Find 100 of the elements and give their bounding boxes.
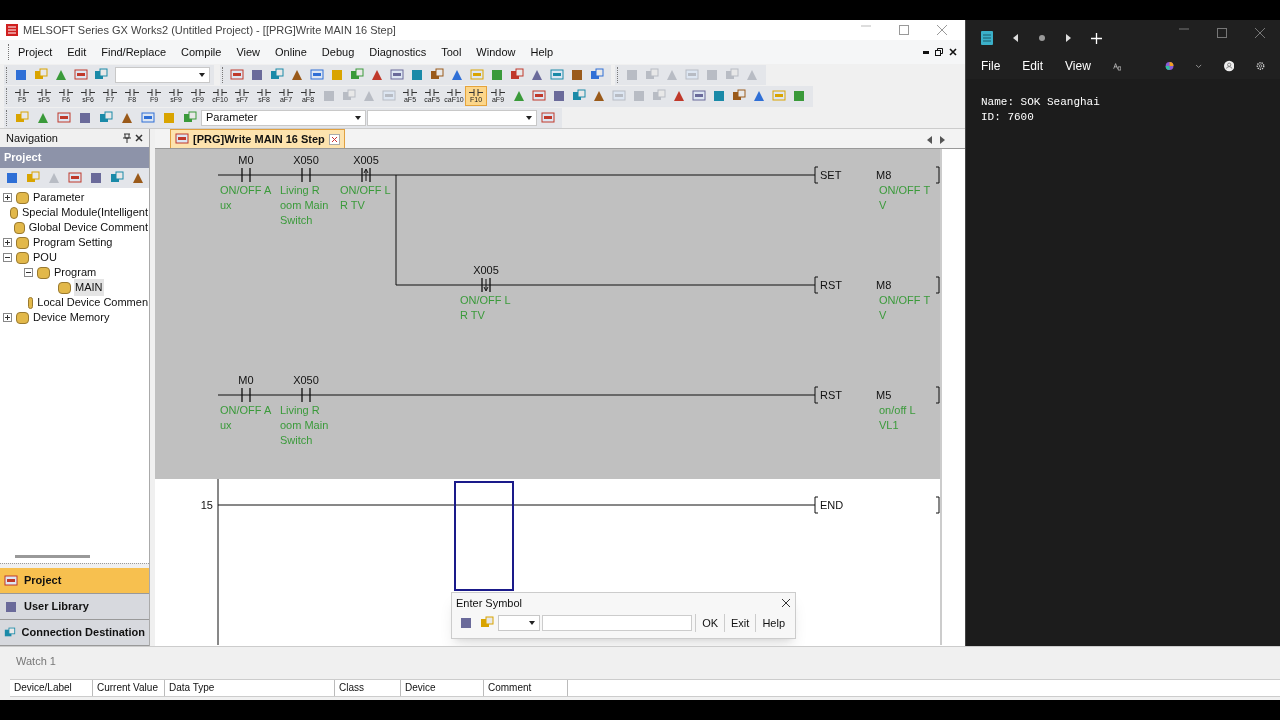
contact-icon [169, 88, 183, 96]
tree-item[interactable]: MAIN [74, 279, 104, 296]
tool-icon [141, 110, 155, 125]
editor-tab[interactable]: [PRG]Write MAIN 16 Step [170, 129, 345, 148]
tool-icon [250, 67, 264, 82]
close-icon[interactable] [949, 48, 957, 56]
dialog-title: Enter Symbol [456, 595, 523, 611]
tree-item[interactable]: POU [32, 249, 58, 266]
instruction-label: END [820, 499, 844, 511]
add-tab-icon[interactable] [1091, 32, 1102, 44]
scroll-left-icon[interactable] [927, 136, 933, 144]
avatar-icon[interactable] [1223, 58, 1234, 74]
tool-icon [175, 132, 189, 146]
close-icon[interactable] [135, 134, 143, 142]
tool-icon [572, 89, 586, 103]
contact-icon [125, 88, 139, 96]
tool-icon [74, 67, 88, 82]
column-header[interactable]: Comment [484, 679, 568, 696]
expand-icon[interactable] [3, 238, 12, 247]
column-header[interactable]: Device/Label [10, 679, 93, 696]
copilot-icon[interactable] [1165, 59, 1175, 73]
menu-item[interactable]: View [1065, 57, 1091, 75]
tool-icon [752, 89, 766, 103]
scroll-left-icon[interactable] [1013, 34, 1019, 42]
menu-item[interactable]: View [236, 43, 261, 61]
device-comment: VL1 [879, 419, 899, 431]
menu-item[interactable]: File [981, 57, 1001, 75]
scroll-right-icon[interactable] [939, 136, 945, 144]
column-header[interactable]: Data Type [165, 679, 335, 696]
chevron-down-icon[interactable] [1196, 63, 1202, 69]
tree-node-icon [16, 191, 29, 204]
tree-item[interactable]: Local Device Commen [36, 294, 149, 311]
device-comment: R TV [460, 309, 485, 321]
expand-icon[interactable] [3, 193, 12, 202]
settings-icon[interactable] [1255, 59, 1265, 73]
column-header[interactable]: Class [335, 679, 401, 696]
dialog-button[interactable]: Help [755, 614, 791, 632]
symbol-input[interactable] [542, 615, 693, 631]
tree-item[interactable]: Program Setting [32, 234, 114, 251]
scrollbar[interactable] [15, 554, 90, 558]
device-comment: oom Main [280, 199, 329, 211]
pin-icon[interactable] [123, 133, 131, 143]
dropdown-arrow-icon [199, 72, 205, 77]
contact-symbol[interactable] [301, 387, 311, 403]
contact-symbol[interactable] [301, 167, 311, 183]
menu-item[interactable]: Project [18, 43, 53, 61]
device-label: M8 [876, 169, 892, 181]
tool-icon [652, 89, 666, 103]
tool-icon [732, 89, 746, 103]
combo-box[interactable]: Parameter [201, 109, 366, 126]
tree-item[interactable]: Parameter [32, 189, 86, 206]
navigation-tab[interactable]: Project [0, 568, 149, 594]
tool-icon [78, 110, 92, 125]
tool-icon [570, 67, 584, 82]
contact-symbol[interactable] [361, 167, 371, 183]
contact-symbol[interactable] [481, 277, 491, 293]
maximize-icon[interactable] [899, 25, 909, 35]
minimize-icon[interactable] [923, 50, 929, 54]
dialog-button[interactable]: OK [695, 614, 725, 632]
expand-icon[interactable] [3, 313, 12, 322]
menu-item[interactable]: Debug [321, 43, 355, 61]
collapse-icon[interactable] [24, 268, 33, 277]
device-comment: Switch [280, 434, 313, 446]
tool-icon [162, 110, 176, 125]
close-icon[interactable] [781, 598, 791, 608]
menu-item[interactable]: Tool [441, 43, 462, 61]
scroll-right-icon[interactable] [1065, 34, 1071, 42]
tool-icon [459, 616, 473, 630]
menu-item[interactable]: Edit [1022, 57, 1044, 75]
tree-item[interactable]: Device Memory [32, 309, 111, 326]
contact-icon [491, 88, 505, 96]
tree-item[interactable]: Global Device Comment [27, 219, 149, 236]
tool-icon [310, 67, 324, 82]
menu-item[interactable]: Edit [67, 43, 87, 61]
menu-item[interactable]: Help [530, 43, 554, 61]
device-comment: Switch [280, 214, 313, 226]
tree-node-icon [16, 311, 29, 324]
column-header[interactable]: Current Value [93, 679, 165, 696]
column-header[interactable]: Device [401, 679, 484, 696]
right-bracket [935, 166, 940, 184]
navigation-tab[interactable]: User Library [0, 594, 149, 620]
menu-item[interactable]: Compile [181, 43, 222, 61]
tree-item[interactable]: Special Module(Intelligent [21, 204, 149, 221]
tree-item[interactable]: Program [53, 264, 98, 281]
tool-icon [541, 110, 555, 125]
collapse-icon[interactable] [3, 253, 12, 262]
maximize-icon[interactable] [1217, 28, 1227, 38]
text-line: Name: SOK Seanghai [981, 95, 1101, 110]
contact-symbol[interactable] [241, 167, 251, 183]
restore-icon[interactable] [935, 48, 943, 56]
watch-tab[interactable]: Watch 1 [16, 653, 1280, 670]
navigation-tab[interactable]: Connection Destination [0, 620, 149, 646]
menu-item[interactable]: Online [275, 43, 307, 61]
tool-icon [430, 67, 444, 82]
menu-item[interactable]: Diagnostics [369, 43, 427, 61]
menu-item[interactable]: Find/Replace [101, 43, 167, 61]
contact-symbol[interactable] [241, 387, 251, 403]
text-line: ID: 7600 [981, 110, 1035, 125]
dialog-button[interactable]: Exit [724, 614, 756, 632]
menu-item[interactable]: Window [476, 43, 516, 61]
